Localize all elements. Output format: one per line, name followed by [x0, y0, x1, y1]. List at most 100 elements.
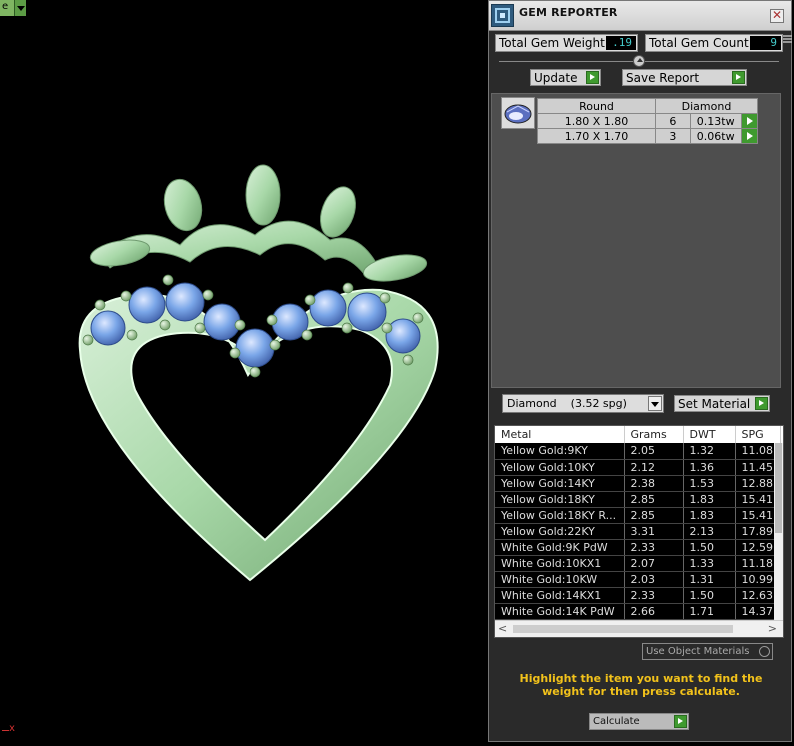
metal-dwt: 1.50 [683, 539, 736, 556]
metal-dwt: 1.71 [683, 603, 736, 620]
play-arrow-icon [755, 397, 768, 410]
total-gem-weight-value: .19 [606, 36, 636, 50]
metal-grams: 2.33 [624, 587, 684, 604]
metal-dwt: 2.13 [683, 523, 736, 540]
scroll-thumb[interactable] [513, 625, 733, 633]
total-gem-count-field: Total Gem Count 9 [645, 34, 783, 52]
gem-weight: 0.06tw [689, 128, 742, 144]
calculate-button-label: Calculate [593, 716, 640, 727]
slider-handle[interactable] [633, 55, 645, 67]
table-row[interactable]: White Gold:14K PdW 2.66 1.71 14.37 [495, 603, 781, 620]
gem-material-header: Diamond [655, 98, 758, 114]
gem-weight: 0.13tw [689, 113, 742, 129]
table-row[interactable]: Yellow Gold:22KY 3.31 2.13 17.89 [495, 523, 781, 540]
use-object-materials-toggle[interactable]: Use Object Materials [642, 643, 773, 660]
metal-dwt: 1.32 [683, 443, 736, 460]
metal-grams: 2.07 [624, 555, 684, 572]
metal-grams: 2.03 [624, 571, 684, 588]
metal-name: White Gold:14KX1 [495, 587, 625, 604]
table-row[interactable]: Yellow Gold:18KY 2.85 1.83 15.41 [495, 491, 781, 508]
table-row[interactable]: Yellow Gold:18KY R... 2.85 1.83 15.41 [495, 507, 781, 524]
table-row[interactable]: Yellow Gold:14KY 2.38 1.53 12.88 [495, 475, 781, 492]
gem-list-area: Round Diamond 1.80 X 1.80 6 0.13tw 1.70 … [491, 93, 781, 388]
metal-grams: 3.31 [624, 523, 684, 540]
instruction-text: Highlight the item you want to find the … [519, 672, 763, 698]
title-bar[interactable]: GEM REPORTER ✕ [489, 1, 791, 31]
chevron-down-icon[interactable] [14, 0, 26, 16]
play-arrow-icon [586, 71, 599, 84]
column-header-spg[interactable]: SPG [735, 426, 781, 443]
metal-name: White Gold:14K PdW [495, 603, 625, 620]
metal-name: Yellow Gold:18KY [495, 491, 625, 508]
radio-icon[interactable] [759, 646, 770, 657]
metal-weight-table[interactable]: Metal Grams DWT SPG Yellow Gold:9KY 2.05 1… [494, 425, 784, 638]
total-gem-weight-field: Total Gem Weight .19 [495, 34, 638, 52]
gem-size: 1.70 X 1.70 [537, 128, 656, 144]
chevron-down-icon[interactable] [648, 396, 662, 411]
viewport-tab[interactable]: e [0, 0, 26, 16]
scroll-thumb[interactable] [775, 443, 782, 533]
close-button[interactable]: ✕ [770, 9, 784, 23]
table-row[interactable]: Yellow Gold:10KY 2.12 1.36 11.45 [495, 459, 781, 476]
metal-dwt: 1.36 [683, 459, 736, 476]
gem-table-header: Round Diamond [537, 98, 758, 114]
metal-name: White Gold:10KW [495, 571, 625, 588]
gem-table: Round Diamond 1.80 X 1.80 6 0.13tw 1.70 … [537, 98, 759, 144]
set-material-button[interactable]: Set Material [674, 395, 770, 412]
gem-icon [504, 104, 532, 124]
metal-table-header: Metal Grams DWT SPG [495, 426, 781, 443]
metal-name: White Gold:10KX1 [495, 555, 625, 572]
column-header-metal[interactable]: Metal [495, 426, 625, 443]
metal-dwt: 1.33 [683, 555, 736, 572]
panel-title: GEM REPORTER [519, 6, 618, 19]
crown-bail [89, 164, 428, 282]
scroll-right-icon[interactable]: > [768, 622, 777, 635]
gem-row[interactable]: 1.70 X 1.70 3 0.06tw [537, 128, 759, 144]
table-row[interactable]: White Gold:10KX1 2.07 1.33 11.18 [495, 555, 781, 572]
metal-name: Yellow Gold:18KY R... [495, 507, 625, 524]
metal-grams: 2.66 [624, 603, 684, 620]
round-gem-thumbnail[interactable] [501, 97, 535, 129]
scroll-left-icon[interactable]: < [498, 622, 507, 635]
metal-dwt: 1.83 [683, 507, 736, 524]
heart-pendant-model[interactable] [60, 150, 480, 600]
vertical-scrollbar[interactable] [774, 443, 783, 620]
total-gem-count-value: 9 [750, 36, 781, 50]
metal-name: Yellow Gold:14KY [495, 475, 625, 492]
use-object-materials-label: Use Object Materials [646, 646, 750, 657]
metal-grams: 2.38 [624, 475, 684, 492]
metal-grams: 2.85 [624, 491, 684, 508]
table-row[interactable]: White Gold:14KX1 2.33 1.50 12.63 [495, 587, 781, 604]
viewport-tab-label: e [0, 0, 14, 16]
metal-grams: 2.12 [624, 459, 684, 476]
gem-reporter-panel: GEM REPORTER ✕ Total Gem Weight .19 Tota… [488, 0, 792, 742]
table-row[interactable]: White Gold:10KW 2.03 1.31 10.99 [495, 571, 781, 588]
metal-grams: 2.85 [624, 507, 684, 524]
update-button-label: Update [534, 71, 578, 85]
gem-count: 6 [655, 113, 691, 129]
save-report-button-label: Save Report [626, 71, 700, 85]
calculate-button[interactable]: Calculate [589, 713, 689, 730]
material-dropdown[interactable]: Diamond (3.52 spg) [502, 394, 664, 413]
update-button[interactable]: Update [530, 69, 601, 86]
column-header-dwt[interactable]: DWT [683, 426, 736, 443]
metal-dwt: 1.53 [683, 475, 736, 492]
gem-row[interactable]: 1.80 X 1.80 6 0.13tw [537, 113, 759, 129]
x-axis-line [2, 730, 9, 731]
metal-grams: 2.05 [624, 443, 684, 460]
metal-table: Metal Grams DWT SPG Yellow Gold:9KY 2.05 1… [495, 426, 781, 620]
gem-count: 3 [655, 128, 691, 144]
play-arrow-icon [732, 71, 745, 84]
column-header-grams[interactable]: Grams [624, 426, 684, 443]
select-gem-button[interactable] [740, 113, 759, 129]
select-gem-button[interactable] [740, 128, 759, 144]
x-axis-label: x [9, 723, 16, 734]
metal-dwt: 1.31 [683, 571, 736, 588]
table-row[interactable]: White Gold:9K PdW 2.33 1.50 12.59 [495, 539, 781, 556]
edge-grip-icon[interactable] [781, 33, 794, 45]
gem-reporter-icon [491, 4, 514, 27]
table-row[interactable]: Yellow Gold:9KY 2.05 1.32 11.08 [495, 443, 781, 460]
save-report-button[interactable]: Save Report [622, 69, 747, 86]
metal-name: White Gold:9K PdW [495, 539, 625, 556]
horizontal-scrollbar[interactable]: < > [495, 620, 783, 637]
